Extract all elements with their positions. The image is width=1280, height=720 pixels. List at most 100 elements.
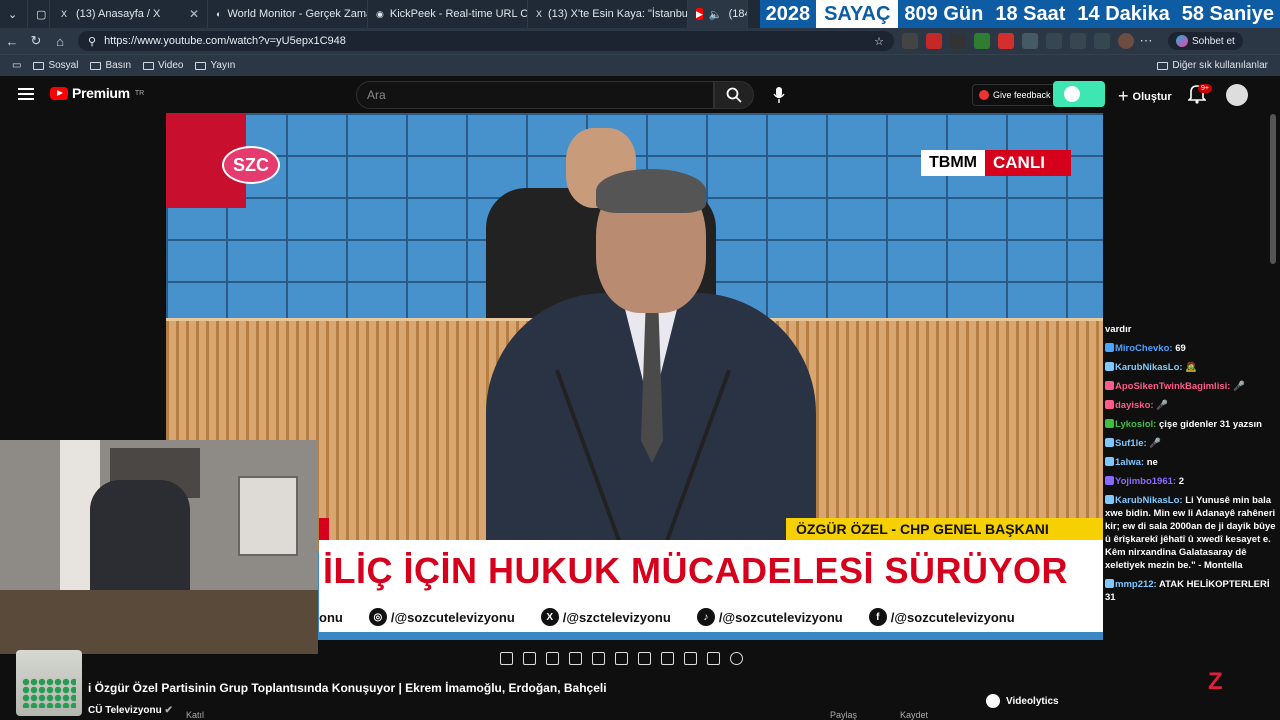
live-tag-source: TBMM bbox=[921, 150, 985, 176]
browser-tab-3[interactable]: ◉ KickPeek - Real-time URL Crawler ✕ bbox=[368, 0, 528, 28]
chat-badge-icon bbox=[1105, 362, 1114, 371]
social-handle-text: /@sozcutelevizyonu bbox=[390, 609, 515, 625]
url-input[interactable]: ⚲ https://www.youtube.com/watch?v=yU5epx… bbox=[78, 31, 894, 51]
tiktok-icon: ♪ bbox=[696, 608, 715, 626]
profile-avatar[interactable] bbox=[1118, 33, 1134, 49]
countdown-overlay: 2028 SAYAÇ 809 Gün 18 Saat 14 Dakika 58 … bbox=[759, 0, 1280, 28]
save-button[interactable]: Kaydet bbox=[900, 710, 928, 720]
more-icon[interactable]: ⋯ bbox=[1134, 33, 1158, 49]
browser-tab-1[interactable]: X (13) Anasayfa / X ✕ bbox=[50, 0, 208, 28]
chat-message: mmp212: ATAK HELİKOPTERLERİ 31 bbox=[1103, 575, 1280, 607]
channel-name-text: CÜ Televizyonu bbox=[88, 705, 162, 716]
bookmark-folder-sosyal[interactable]: Sosyal bbox=[33, 60, 78, 71]
chat-text: vardır bbox=[1105, 324, 1132, 335]
account-avatar[interactable] bbox=[1226, 84, 1248, 106]
chat-badge-icon bbox=[1105, 457, 1114, 466]
tab-actions-button[interactable]: ⌄ bbox=[0, 0, 28, 28]
copilot-chat-button[interactable]: Sohbet et bbox=[1168, 32, 1243, 50]
search-button[interactable] bbox=[714, 81, 754, 109]
miniplayer-icon[interactable] bbox=[615, 651, 628, 665]
folder-icon bbox=[195, 61, 207, 70]
favorites-icon[interactable] bbox=[1070, 33, 1086, 49]
tab-label: (13) X'te Esin Kaya: "İstanbul'da ka bbox=[548, 8, 688, 20]
back-icon[interactable]: ← bbox=[0, 34, 24, 49]
reload-icon[interactable]: ↻ bbox=[24, 33, 48, 49]
tab-label: (13) Anasayfa / X bbox=[76, 8, 161, 20]
voice-search-button[interactable] bbox=[768, 84, 790, 106]
menu-icon[interactable] bbox=[18, 88, 34, 100]
extensions-menu-icon[interactable] bbox=[1022, 33, 1038, 49]
browser-tab-active[interactable]: ▶ 🔈 (184 bbox=[688, 0, 748, 28]
speed-icon[interactable] bbox=[638, 651, 651, 665]
chat-message: KarubNikasLo: Li Yunusê min bala xwe bid… bbox=[1103, 491, 1280, 575]
other-bookmarks[interactable]: Diğer sık kullanılanlar bbox=[1157, 60, 1268, 71]
youtube-play-icon bbox=[50, 86, 68, 100]
close-tab-icon[interactable]: ✕ bbox=[189, 7, 199, 21]
video-title: i Özgür Özel Partisinin Grup Toplantısın… bbox=[88, 681, 607, 695]
social-handle-instagram: ◎/@sozcutelevizyonu bbox=[368, 608, 515, 626]
extension-icon[interactable] bbox=[974, 33, 990, 49]
chat-badge-icon bbox=[1105, 381, 1114, 390]
chat-message: dayisko: 🎤 bbox=[1103, 396, 1280, 415]
youtube-logo[interactable]: Premium TR bbox=[50, 85, 144, 101]
page-info-icon[interactable]: ⚲ bbox=[88, 35, 96, 48]
chat-username: Yojimbo1961: bbox=[1115, 476, 1177, 487]
bookmark-folder-yayin[interactable]: Yayın bbox=[195, 60, 235, 71]
bookmark-folder-video[interactable]: Video bbox=[143, 60, 183, 71]
give-feedback-button[interactable]: Give feedback bbox=[972, 84, 1058, 106]
theater-icon[interactable] bbox=[592, 651, 605, 665]
z-logo-icon: Z bbox=[1208, 668, 1223, 695]
folder-icon bbox=[33, 61, 45, 70]
channel-name[interactable]: CÜ Televizyonu ✔ bbox=[88, 705, 173, 716]
webcam-overlay bbox=[0, 440, 318, 654]
extension-icon[interactable] bbox=[926, 33, 942, 49]
speaker-name-bar: ÖZGÜR ÖZEL - CHP GENEL BAŞKANI bbox=[786, 518, 1103, 540]
extension-icon[interactable] bbox=[902, 33, 918, 49]
chat-message: vardır bbox=[1103, 320, 1280, 339]
extension-icon[interactable] bbox=[998, 33, 1014, 49]
join-button[interactable]: Katıl bbox=[186, 710, 204, 720]
share-button[interactable]: Paylaş bbox=[830, 710, 857, 720]
workspaces-icon[interactable]: ▢ bbox=[28, 0, 50, 28]
add-icon[interactable] bbox=[661, 651, 674, 665]
bookmark-star-icon[interactable]: ☆ bbox=[874, 35, 884, 48]
chat-text: ne bbox=[1146, 457, 1158, 468]
collections-icon[interactable] bbox=[1094, 33, 1110, 49]
page-scrollbar[interactable] bbox=[1270, 114, 1276, 264]
lab-icon[interactable] bbox=[707, 651, 720, 665]
chat-message: ApoSikenTwinkBagimlisi: 🎤 bbox=[1103, 377, 1280, 396]
live-tag: TBMM CANLI bbox=[921, 150, 1071, 176]
quality-icon[interactable] bbox=[546, 651, 559, 665]
bookmark-folder-basin[interactable]: Basın bbox=[90, 60, 131, 71]
speaker-icon[interactable]: 🔈 bbox=[709, 8, 723, 21]
settings-gear-icon[interactable] bbox=[730, 651, 743, 665]
screenshot-icon[interactable] bbox=[569, 651, 582, 665]
audio-icon[interactable] bbox=[523, 651, 536, 665]
search-input[interactable]: Ara bbox=[356, 81, 714, 109]
browser-tab-4[interactable]: X (13) X'te Esin Kaya: "İstanbul'da ka ✕ bbox=[528, 0, 688, 28]
loop-icon[interactable] bbox=[500, 651, 513, 665]
feedback-label: Give feedback bbox=[993, 90, 1051, 100]
extension-toggle-button[interactable] bbox=[1053, 81, 1105, 107]
chat-message: Suf1le: 🎤 bbox=[1103, 434, 1280, 453]
social-handle-tiktok: ♪/@sozcutelevizyonu bbox=[696, 608, 843, 626]
chat-badge-icon bbox=[1105, 438, 1114, 447]
home-icon[interactable]: ⌂ bbox=[48, 34, 72, 49]
browser-tab-2[interactable]: ◐ World Monitor - Gerçek Zamanlı K ✕ bbox=[208, 0, 368, 28]
chat-badge-icon bbox=[1105, 495, 1114, 504]
chat-username: KarubNikasLo: bbox=[1115, 362, 1183, 373]
create-button[interactable]: + Oluştur bbox=[1118, 86, 1172, 107]
reading-icon[interactable]: ▭ bbox=[12, 60, 21, 71]
channel-logo: SZC bbox=[222, 146, 280, 184]
camera-icon[interactable] bbox=[684, 651, 697, 665]
videolytics-button[interactable]: Videolytics bbox=[986, 694, 1059, 708]
social-handles-bar: onu ◎/@sozcutelevizyonu X/@szctelevizyon… bbox=[319, 602, 1103, 632]
x-icon: X bbox=[540, 608, 559, 626]
videolytics-label: Videolytics bbox=[1006, 695, 1059, 707]
extension-icon[interactable] bbox=[950, 33, 966, 49]
x-icon: X bbox=[60, 9, 67, 19]
counter-minutes: 14 Dakika bbox=[1077, 2, 1170, 25]
split-screen-icon[interactable] bbox=[1046, 33, 1062, 49]
social-handle-text: /@szctelevizyonu bbox=[562, 609, 671, 625]
chat-badge-icon bbox=[1105, 400, 1114, 409]
